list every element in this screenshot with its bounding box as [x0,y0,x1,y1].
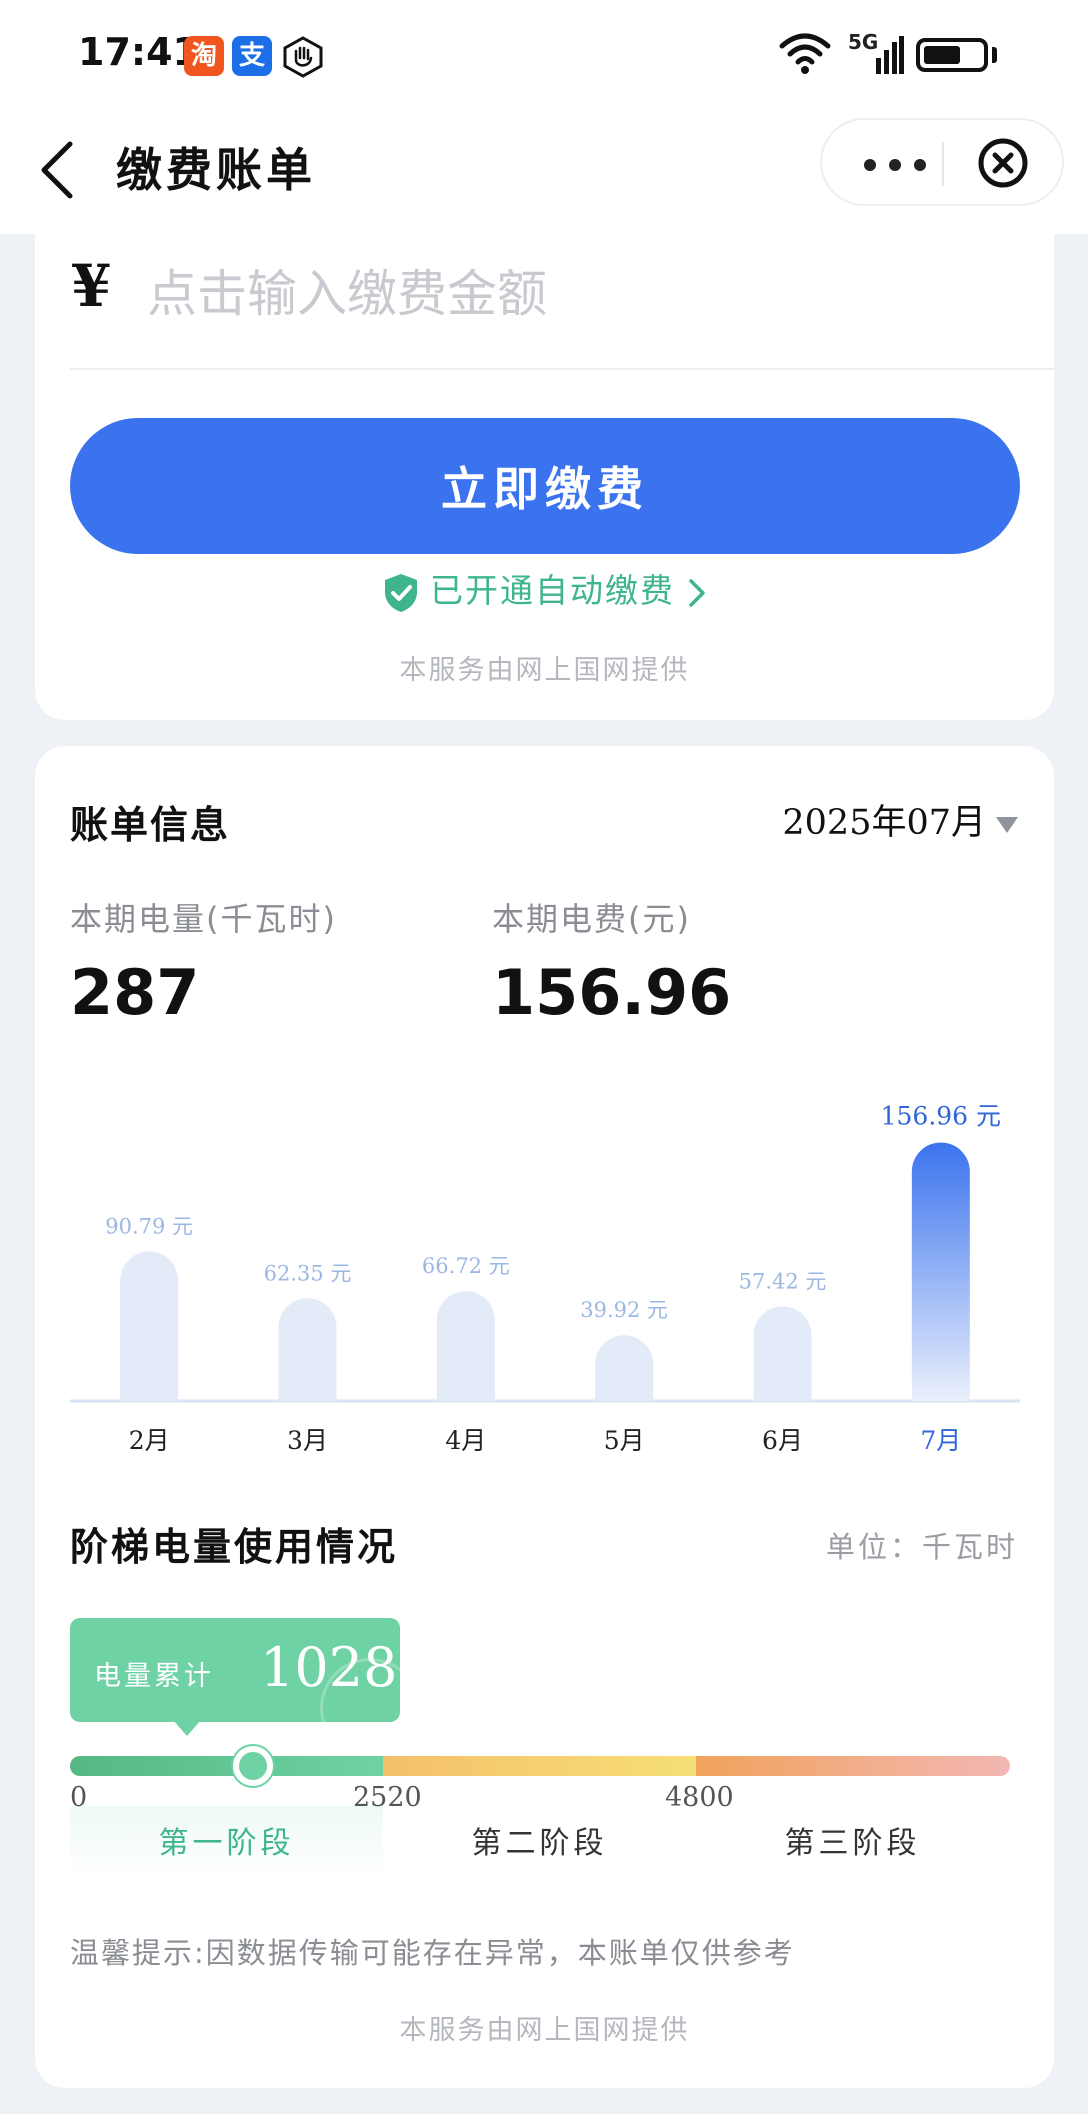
close-icon[interactable] [976,136,1030,190]
cumulative-usage-tooltip: 电量累计 1028 [70,1618,400,1722]
back-icon[interactable] [36,134,84,206]
tier-segment-1 [70,1756,383,1776]
bar-7月[interactable] [911,1142,970,1401]
usage-marker [233,1746,273,1786]
tier-segment-2 [383,1756,696,1776]
stage-2-label: 第二阶段 [471,1826,608,1861]
more-icon[interactable] [862,138,932,188]
bar-value-label: 62.35 元 [264,1261,352,1285]
category-label[interactable]: 6月 [762,1426,803,1455]
alipay-icon: 支 [232,36,272,76]
bill-card: 账单信息 2025年07月 本期电量(千瓦时) 287 本期电费(元) 156.… [35,746,1054,2088]
bill-info-title: 账单信息 [70,803,231,847]
selected-month: 2025年07月 [782,803,986,843]
bar-value-label: 66.72 元 [422,1254,510,1278]
bar-value-label: 156.96 元 [881,1101,1001,1130]
wifi-icon [779,33,831,74]
monthly-fee-chart: 90.79 元 2月 62.35 元 3月 66.72 元 4月 39.92 元 5月 57.4… [70,1101,1020,1455]
nav-bar: 缴费账单 [0,110,1088,234]
shield-check-icon [385,573,417,612]
fee-value: 156.96 [492,956,732,1029]
tier-usage-title: 阶梯电量使用情况 [70,1525,399,1569]
taobao-icon: 淘 [184,36,224,76]
usage-value: 287 [70,956,200,1029]
pay-now-button[interactable]: 立即缴费 [70,418,1020,554]
stage-1-label: 第一阶段 [158,1826,295,1861]
tooltip-pointer [173,1720,201,1736]
autopay-label: 已开通自动缴费 [430,571,675,610]
category-label[interactable]: 4月 [445,1426,486,1455]
stage-3-label: 第三阶段 [784,1826,921,1861]
category-label[interactable]: 5月 [604,1426,645,1455]
bar-5月[interactable] [595,1335,654,1401]
autopay-link[interactable]: 已开通自动缴费 [35,564,1054,614]
category-label[interactable]: 7月 [920,1426,961,1455]
tier-unit: 单位：千瓦时 [825,1530,1018,1564]
divider [70,368,1054,370]
tier-tick-4800: 4800 [665,1782,734,1813]
battery-icon [916,38,988,72]
bar-3月[interactable] [278,1298,337,1401]
bar-value-label: 57.42 元 [739,1269,827,1293]
bar-value-label: 39.92 元 [580,1298,668,1322]
bar-value-label: 90.79 元 [105,1214,193,1238]
usage-label: 本期电量(千瓦时) [70,900,337,938]
provider-note-bottom: 本服务由网上国网提供 [399,2015,690,2046]
signal-icon [876,36,904,74]
cumulative-label: 电量累计 [94,1661,214,1692]
triangle-down-icon [996,816,1018,833]
data-notice: 温馨提示:因数据传输可能存在异常，本账单仅供参考 [70,1936,795,1970]
tier-segment-3 [696,1756,1010,1776]
provider-note: 本服务由网上国网提供 [399,655,690,686]
hand-stop-icon [283,36,323,78]
tier-progress-track [70,1756,1010,1776]
mini-program-capsule [820,118,1064,206]
payment-card: ¥ 立即缴费 已开通自动缴费 本服务由网上国网提供 [35,234,1054,720]
category-label[interactable]: 2月 [129,1426,170,1455]
status-bar: 17:41 淘 支 5G [0,0,1088,110]
status-time: 17:41 [78,30,199,74]
currency-symbol: ¥ [71,252,112,320]
bar-4月[interactable] [436,1291,495,1401]
chevron-right-icon [689,578,705,607]
bar-6月[interactable] [753,1306,812,1401]
fee-label: 本期电费(元) [492,900,691,938]
month-selector[interactable]: 2025年07月 [782,794,1018,845]
bar-2月[interactable] [120,1251,179,1401]
cumulative-value: 1028 [260,1636,398,1699]
page-title: 缴费账单 [116,143,316,197]
amount-input[interactable] [147,254,1007,334]
category-label[interactable]: 3月 [287,1426,328,1455]
